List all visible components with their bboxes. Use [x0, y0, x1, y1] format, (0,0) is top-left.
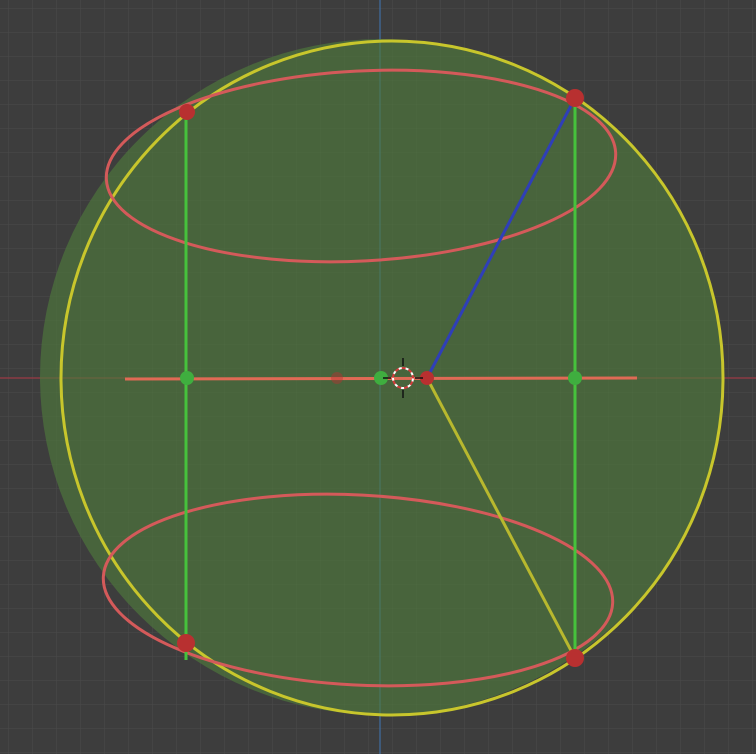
vertex-bottom-left[interactable]: [177, 634, 195, 652]
vertex-bottom-right[interactable]: [566, 649, 584, 667]
vertex-top-left[interactable]: [179, 104, 195, 120]
viewport-canvas[interactable]: [0, 0, 756, 754]
3d-viewport[interactable]: [0, 0, 756, 754]
midpoint-left[interactable]: [180, 371, 194, 385]
midpoint-right[interactable]: [568, 371, 582, 385]
vertex-center-faint[interactable]: [331, 372, 343, 384]
vertex-top-right[interactable]: [566, 89, 584, 107]
